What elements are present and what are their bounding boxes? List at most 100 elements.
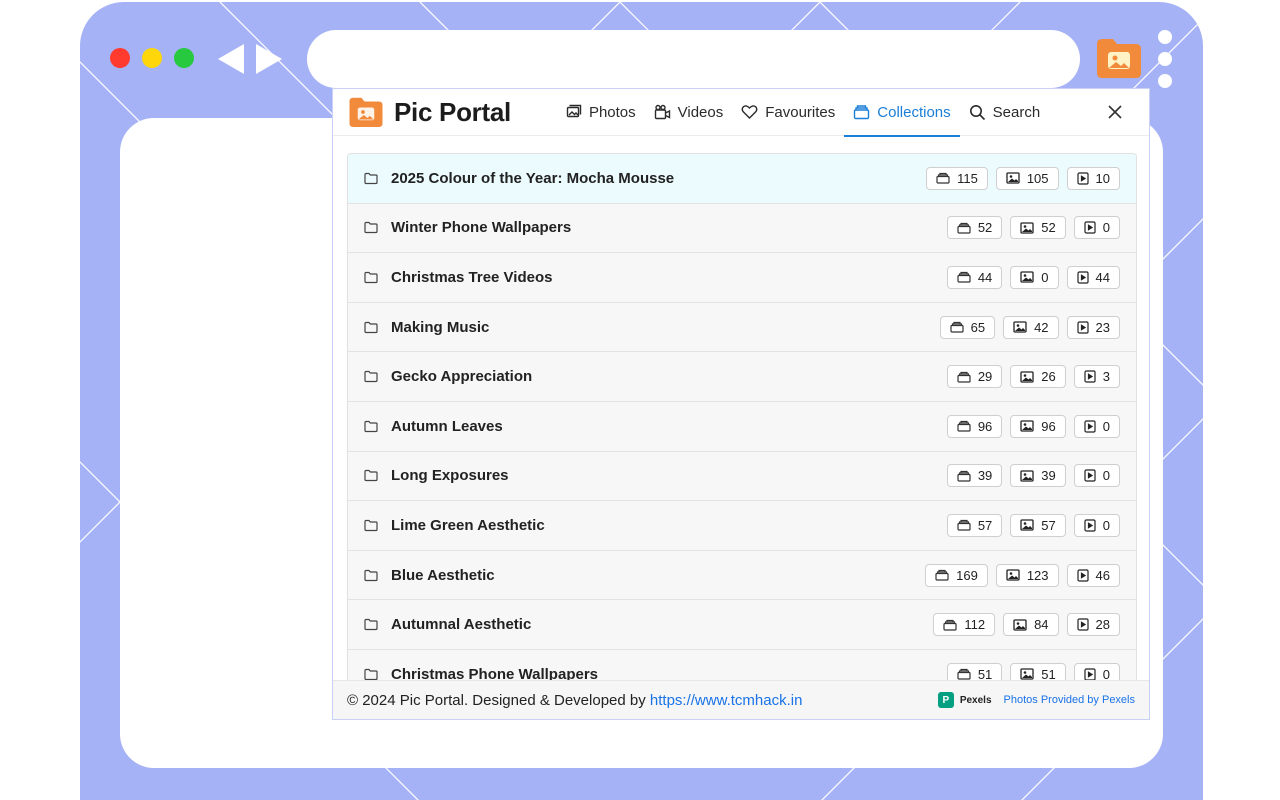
tab-videos[interactable]: Videos xyxy=(645,89,733,136)
total-media-badge: 52 xyxy=(946,216,1003,240)
app-footer: © 2024 Pic Portal. Designed & Developed … xyxy=(333,680,1149,719)
photos-count: 39 xyxy=(1041,468,1056,484)
videos-count-badge: 23 xyxy=(1066,315,1120,339)
collection-row[interactable]: Gecko Appreciation 29 26 3 xyxy=(348,352,1136,402)
collection-title: Winter Phone Wallpapers xyxy=(391,219,572,237)
image-icon xyxy=(1020,470,1034,482)
heart-icon xyxy=(741,105,758,119)
video-file-icon xyxy=(1076,271,1089,284)
browser-menu-icon[interactable] xyxy=(1158,30,1172,88)
total-count: 44 xyxy=(977,269,993,285)
image-icon xyxy=(1013,321,1027,333)
footer-copyright-text: © 2024 Pic Portal. Designed & Developed … xyxy=(347,691,650,709)
tab-photos-label: Photos xyxy=(588,103,636,121)
videos-count-badge: 46 xyxy=(1066,563,1120,587)
videos-count-badge: 44 xyxy=(1066,265,1120,289)
close-icon[interactable] xyxy=(1105,102,1125,122)
total-count: 169 xyxy=(956,567,978,583)
address-bar[interactable] xyxy=(307,30,1080,88)
tab-collections[interactable]: Collections xyxy=(844,89,961,137)
stack-icon xyxy=(935,569,949,581)
pexels-credit-link[interactable]: Photos Provided by Pexels xyxy=(1004,694,1135,706)
developer-link[interactable]: https://www.tcmhack.in xyxy=(650,692,803,709)
image-icon xyxy=(1020,668,1034,680)
photos-count-badge: 0 xyxy=(1010,265,1059,289)
collection-row[interactable]: Long Exposures 39 39 0 xyxy=(348,451,1136,502)
extension-app-icon[interactable] xyxy=(1095,36,1143,80)
video-file-icon xyxy=(1076,568,1089,582)
photos-icon xyxy=(566,104,582,118)
videos-count: 44 xyxy=(1095,269,1110,285)
image-icon xyxy=(1020,371,1034,383)
video-file-icon xyxy=(1084,469,1096,482)
pexels-logo-icon: P xyxy=(937,692,954,708)
tab-videos-label: Videos xyxy=(677,103,724,121)
collection-title: Gecko Appreciation xyxy=(391,368,533,386)
photos-count: 105 xyxy=(1026,170,1049,186)
collection-counts: 96 96 0 xyxy=(946,414,1120,438)
collection-row[interactable]: Autumnal Aesthetic 112 84 28 xyxy=(348,600,1136,650)
image-icon xyxy=(1020,519,1034,532)
videos-count: 0 xyxy=(1102,517,1110,533)
total-media-badge: 115 xyxy=(926,166,988,190)
window-maximize-dot[interactable] xyxy=(174,48,194,68)
total-media-badge: 96 xyxy=(946,414,1003,438)
collections-list[interactable]: 2025 Colour of the Year: Mocha Mousse 115… xyxy=(347,153,1137,683)
photos-count: 26 xyxy=(1041,369,1056,385)
collection-row[interactable]: Blue Aesthetic 169 123 46 xyxy=(348,550,1136,601)
collection-title: 2025 Colour of the Year: Mocha Mousse xyxy=(391,169,675,187)
videos-count-badge: 3 xyxy=(1073,365,1120,389)
total-media-badge: 44 xyxy=(946,265,1003,289)
collections-icon xyxy=(854,105,870,120)
tab-search-label: Search xyxy=(992,103,1041,121)
collection-title: Christmas Tree Videos xyxy=(391,268,553,286)
photos-count-badge: 26 xyxy=(1010,365,1066,389)
collection-row[interactable]: Autumn Leaves 96 96 0 xyxy=(348,401,1136,452)
app-header: Pic Portal Photos Videos Favourites Coll… xyxy=(333,89,1149,137)
tab-photos[interactable]: Photos xyxy=(557,89,645,136)
back-arrow-icon[interactable] xyxy=(216,42,246,76)
videos-count: 10 xyxy=(1095,170,1110,186)
total-count: 112 xyxy=(964,617,986,633)
total-media-badge: 65 xyxy=(939,315,996,339)
folder-icon xyxy=(364,321,378,334)
total-count: 65 xyxy=(970,319,986,335)
photos-count: 96 xyxy=(1041,418,1056,434)
pic-portal-logo-icon xyxy=(349,97,383,127)
collection-counts: 65 42 23 xyxy=(939,315,1120,339)
total-media-badge: 169 xyxy=(925,563,988,587)
photos-count: 84 xyxy=(1034,617,1049,633)
videos-count-badge: 28 xyxy=(1066,613,1120,637)
total-count: 57 xyxy=(977,517,993,533)
stack-icon xyxy=(936,172,950,184)
collection-row[interactable]: Christmas Tree Videos 44 0 44 xyxy=(348,253,1136,303)
folder-icon xyxy=(364,668,378,681)
window-close-dot[interactable] xyxy=(110,48,130,68)
collection-row[interactable]: Christmas Phone Wallpapers 51 51 0 xyxy=(348,649,1136,682)
pexels-brand: Pexels xyxy=(959,694,992,706)
total-count: 52 xyxy=(977,220,993,236)
photos-count-badge: 42 xyxy=(1003,315,1059,339)
collection-row[interactable]: Winter Phone Wallpapers 52 52 0 xyxy=(348,203,1136,254)
photos-count-badge: 52 xyxy=(1010,216,1066,240)
tab-favourites[interactable]: Favourites xyxy=(732,89,844,136)
folder-icon xyxy=(364,271,378,284)
videos-count: 46 xyxy=(1095,567,1110,583)
search-icon xyxy=(969,104,985,120)
collection-row[interactable]: Making Music 65 42 23 xyxy=(348,302,1136,353)
folder-icon xyxy=(364,469,378,482)
forward-arrow-icon[interactable] xyxy=(254,42,284,76)
brand[interactable]: Pic Portal xyxy=(348,95,511,129)
video-file-icon xyxy=(1084,221,1096,234)
collection-row[interactable]: 2025 Colour of the Year: Mocha Mousse 115… xyxy=(348,154,1136,204)
total-count: 29 xyxy=(977,369,993,385)
collection-row[interactable]: Lime Green Aesthetic 57 57 0 xyxy=(348,501,1136,551)
collection-title: Lime Green Aesthetic xyxy=(391,516,545,534)
pexels-credit[interactable]: P Pexels Photos Provided by Pexels xyxy=(937,692,1135,708)
window-minimize-dot[interactable] xyxy=(142,48,162,68)
tab-favourites-label: Favourites xyxy=(765,103,836,121)
collection-title: Blue Aesthetic xyxy=(391,566,495,584)
tab-search[interactable]: Search xyxy=(960,89,1050,136)
total-media-badge: 39 xyxy=(946,464,1003,488)
image-icon xyxy=(1006,172,1020,184)
